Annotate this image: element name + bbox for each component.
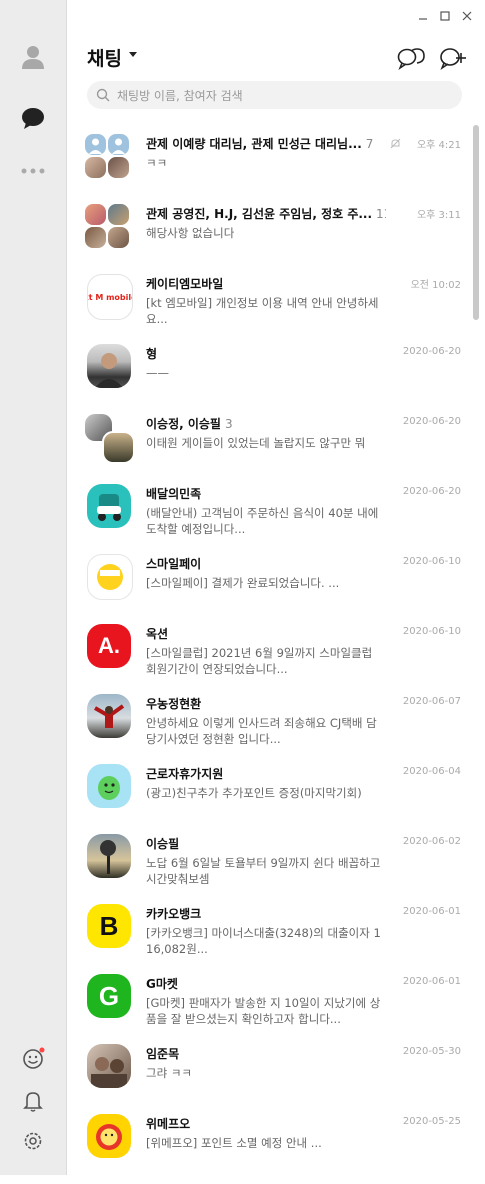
avatar <box>87 764 131 808</box>
chat-time: 2020-06-01 <box>402 906 461 917</box>
smilepay-logo <box>87 554 133 600</box>
chat-preview: [스마일클럽] 2021년 6월 9일까지 스마일클럽 회원기간이 연장되었습니… <box>146 646 373 676</box>
chat-time: 2020-06-10 <box>402 626 461 637</box>
chevron-down-icon[interactable] <box>129 52 137 57</box>
list-item[interactable]: 우농정현환 2020-06-07 안녕하세요 이렇게 인사드려 죄송해요 CJ택… <box>67 694 485 764</box>
chat-preview: [kt 엠모바일] 개인정보 이용 내역 안내 안녕하세요... <box>146 296 379 326</box>
chat-time: 2020-06-04 <box>402 766 461 777</box>
chat-bubble-icon[interactable] <box>18 103 48 133</box>
avatar <box>87 1044 131 1088</box>
kakaobank-logo-text: B <box>99 910 119 941</box>
list-item[interactable]: 근로자휴가지원 2020-06-04 (광고)친구추가 추가포인트 증정(마지막… <box>67 764 485 834</box>
open-chat-icon[interactable] <box>397 46 425 70</box>
list-item[interactable]: B 카카오뱅크 2020-06-01 [카카오뱅크] 마이너스대출(3248)의… <box>67 904 485 974</box>
scrollbar[interactable] <box>473 125 479 320</box>
new-chat-icon[interactable] <box>439 46 467 70</box>
search-input[interactable]: 채팅방 이름, 참여자 검색 <box>87 81 462 109</box>
chat-name: 이승정, 이승필 3 <box>146 417 233 431</box>
chat-preview: 그랴 ㅋㅋ <box>146 1066 192 1080</box>
gmarket-logo: G <box>87 974 131 1018</box>
minimize-icon[interactable] <box>415 8 431 24</box>
kt-mobile-logo: kt M mobile <box>87 274 133 320</box>
chat-preview: 이태원 게이들이 있었는데 놀랍지도 않구만 뭐 <box>146 436 366 450</box>
chat-name: 이승필 <box>146 837 180 851</box>
chat-time: 오전 10:02 <box>410 280 461 291</box>
chat-name: 관제 공영진, H.J, 김선윤 주임님, 정호 주...11 <box>146 207 386 221</box>
chat-time: 2020-06-20 <box>402 346 461 357</box>
wemakeprice-logo <box>87 1114 131 1158</box>
chat-name: 배달의민족 <box>146 487 202 501</box>
chat-preview: 해당사항 없습니다 <box>146 226 235 240</box>
list-item[interactable]: 관제 공영진, H.J, 김선윤 주임님, 정호 주...11 오후 3:11 … <box>67 204 485 274</box>
avatar <box>87 694 131 738</box>
maximize-icon[interactable] <box>437 8 453 24</box>
sidebar <box>0 0 67 1175</box>
gear-icon[interactable] <box>18 1126 48 1156</box>
chat-name: G마켓 <box>146 977 178 991</box>
chat-time: 2020-06-10 <box>402 556 461 567</box>
chat-name: 임준목 <box>146 1047 180 1061</box>
chat-name: 옥션 <box>146 627 169 641</box>
list-item[interactable]: 임준목 2020-05-30 그랴 ㅋㅋ <box>67 1044 485 1114</box>
chat-time: 2020-05-30 <box>402 1046 461 1057</box>
list-item[interactable]: 관제 이예량 대리님, 관제 민성근 대리님... 7 오후 4:21 ㅋㅋ <box>67 134 485 204</box>
close-icon[interactable] <box>459 8 475 24</box>
chat-name: 카카오뱅크 <box>146 907 202 921</box>
search-placeholder: 채팅방 이름, 참여자 검색 <box>117 89 243 103</box>
list-item[interactable]: 형 2020-06-20 —— <box>67 344 485 414</box>
list-item[interactable]: 배달의민족 2020-06-20 (배달안내) 고객님이 주문하신 음식이 40… <box>67 484 485 554</box>
search-icon <box>96 88 110 102</box>
list-item[interactable]: A. 옥션 2020-06-10 [스마일클럽] 2021년 6월 9일까지 스… <box>67 624 485 694</box>
page-title[interactable]: 채팅 <box>87 44 122 71</box>
list-item[interactable]: G G마켓 2020-06-01 [G마켓] 판매자가 발송한 지 10일이 지… <box>67 974 485 1044</box>
chat-preview: [위메프오] 포인트 소멸 예정 안내 ... <box>146 1136 322 1150</box>
avatar <box>85 204 131 250</box>
avatar <box>87 344 131 388</box>
gmarket-logo-text: G <box>98 980 120 1011</box>
chat-time: 2020-06-07 <box>402 696 461 707</box>
auction-logo-text: A. <box>98 633 120 658</box>
chat-preview: 안녕하세요 이렇게 인사드려 죄송해요 CJ택배 담당기사였던 정현환 입니다.… <box>146 716 377 746</box>
chat-preview: (배달안내) 고객님이 주문하신 음식이 40분 내에 도착할 예정입니다... <box>146 506 379 536</box>
list-item[interactable]: kt M mobile 케이티엠모바일 오전 10:02 [kt 엠모바일] 개… <box>67 274 485 344</box>
mute-icon <box>390 138 401 149</box>
chat-preview: [G마켓] 판매자가 발송한 지 10일이 지났기에 상품을 잘 받으셨는지 확… <box>146 996 381 1026</box>
list-item[interactable]: 위메프오 2020-05-25 [위메프오] 포인트 소멸 예정 안내 ... <box>67 1114 485 1184</box>
chat-name: 형 <box>146 347 158 361</box>
chat-time: 2020-06-20 <box>402 486 461 497</box>
kakaobank-logo: B <box>87 904 131 948</box>
chat-time: 2020-06-01 <box>402 976 461 987</box>
chat-name: 스마일페이 <box>146 557 202 571</box>
chat-preview: 노답 6월 6일날 토욜부터 9일까지 쉰다 배꼽하고 시간맞춰보셈 <box>146 856 381 886</box>
chat-name: 관제 이예량 대리님, 관제 민성근 대리님... 7 <box>146 137 374 151</box>
chat-preview: ㅋㅋ <box>146 156 168 170</box>
baemin-logo <box>87 484 131 528</box>
chat-preview: (광고)친구추가 추가포인트 증정(마지막기회) <box>146 786 362 800</box>
chat-preview: —— <box>146 366 169 380</box>
kt-logo-text: kt M mobile <box>88 292 132 302</box>
chat-time: 2020-06-02 <box>402 836 461 847</box>
chat-time: 오후 4:21 <box>416 140 461 151</box>
list-item[interactable]: 스마일페이 2020-06-10 [스마일페이] 결제가 완료되었습니다. ..… <box>67 554 485 624</box>
chat-time: 2020-06-20 <box>402 416 461 427</box>
avatar <box>87 834 131 878</box>
auction-logo: A. <box>87 624 131 668</box>
avatar <box>85 134 131 180</box>
person-icon[interactable] <box>18 42 48 72</box>
chat-name: 위메프오 <box>146 1117 191 1131</box>
bell-icon[interactable] <box>18 1086 48 1116</box>
chat-name: 근로자휴가지원 <box>146 767 224 781</box>
chat-name: 우농정현환 <box>146 697 202 711</box>
chat-time: 2020-05-25 <box>402 1116 461 1127</box>
chat-name: 케이티엠모바일 <box>146 277 224 291</box>
chat-preview: [카카오뱅크] 마이너스대출(3248)의 대출이자 116,082원... <box>146 926 381 956</box>
list-item[interactable]: 이승필 2020-06-02 노답 6월 6일날 토욜부터 9일까지 쉰다 배꼽… <box>67 834 485 904</box>
chat-time: 오후 3:11 <box>416 210 461 221</box>
more-dots-icon[interactable] <box>18 156 48 186</box>
list-item[interactable]: 이승정, 이승필 3 2020-06-20 이태원 게이들이 있었는데 놀랍지도 … <box>67 414 485 484</box>
avatar <box>85 414 135 464</box>
emoticon-icon[interactable] <box>18 1044 48 1074</box>
chat-panel: 채팅 채팅방 이름, 참여자 검색 관제 이예량 대리님, 관제 민성근 대리님… <box>67 0 485 1175</box>
chat-preview: [스마일페이] 결제가 완료되었습니다. ... <box>146 576 340 590</box>
